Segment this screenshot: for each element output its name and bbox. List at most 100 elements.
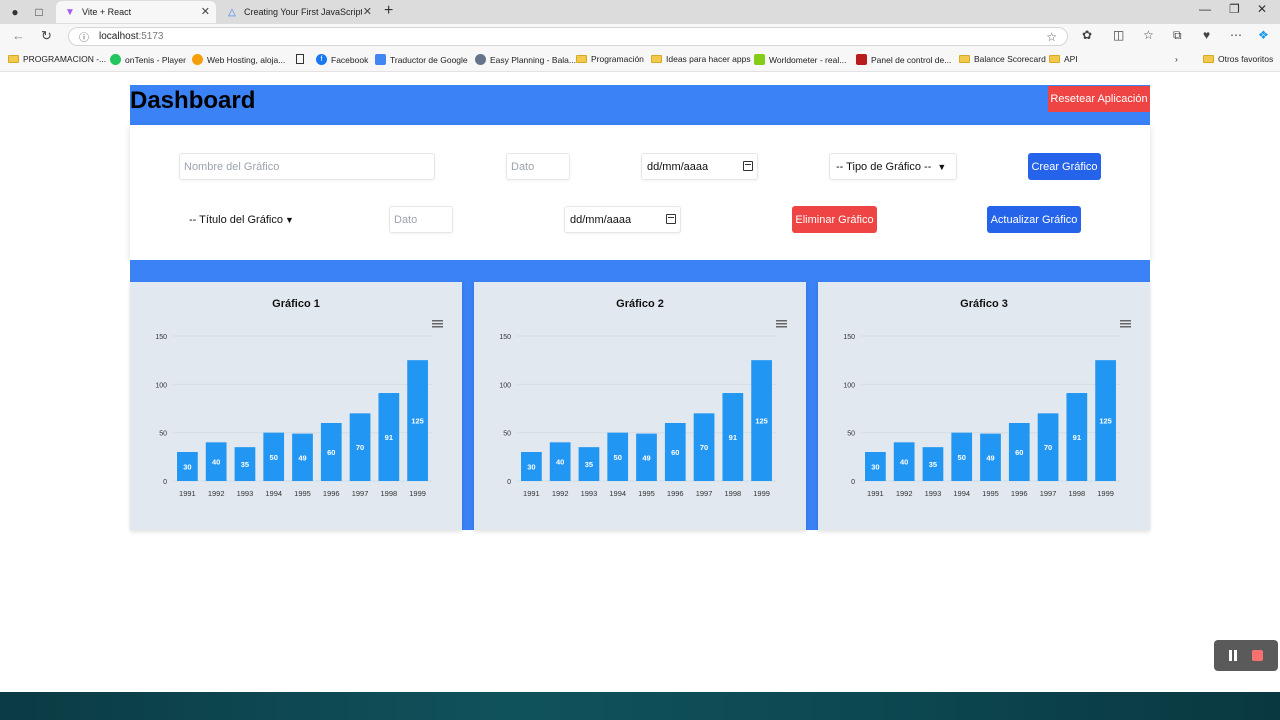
panel-icon	[856, 54, 867, 65]
hamburger-line	[432, 320, 443, 322]
more-menu-icon[interactable]: ⋯	[1230, 28, 1242, 42]
tab-creating-chart[interactable]: △ Creating Your First JavaScript Cha ✕	[218, 1, 378, 23]
close-tab-icon[interactable]: ✕	[201, 5, 210, 18]
x-tick-label: 1994	[609, 489, 626, 498]
reset-app-button[interactable]: Resetear Aplicación	[1048, 86, 1150, 112]
chart-title-select[interactable]: -- Título del Gráfico ▼	[183, 206, 303, 233]
chart-site-icon: △	[228, 6, 236, 18]
chart-title: Gráfico 3	[960, 298, 1008, 310]
bookmark-traductor[interactable]: Traductor de Google	[375, 54, 468, 65]
tab-vite-react[interactable]: ▼ Vite + React ✕	[56, 1, 216, 23]
copilot-icon[interactable]: ❖	[1258, 28, 1269, 42]
bar-data-label: 60	[671, 448, 679, 457]
bar-data-label: 91	[729, 433, 737, 442]
x-tick-label: 1991	[523, 489, 540, 498]
x-tick-label: 1993	[925, 489, 942, 498]
maximize-icon[interactable]: ❐	[1229, 2, 1240, 16]
x-tick-label: 1998	[1068, 489, 1085, 498]
bar-data-label: 50	[614, 453, 622, 462]
bookmark-programacion-folder[interactable]: PROGRAMACION -...	[8, 54, 106, 64]
info-icon: ⓘ	[79, 33, 89, 44]
bookmark-ideas-apps[interactable]: Ideas para hacer apps	[651, 54, 751, 64]
stop-icon[interactable]	[1252, 650, 1263, 661]
update-dato-input[interactable]: Dato	[389, 206, 453, 233]
folder-icon	[651, 55, 662, 63]
bar-data-label: 60	[1015, 448, 1023, 457]
bar-data-label: 40	[556, 458, 564, 467]
pause-icon[interactable]	[1228, 650, 1238, 661]
x-tick-label: 1992	[552, 489, 569, 498]
bar-data-label: 30	[527, 463, 535, 472]
bookmark-otros-favoritos[interactable]: Otros favoritos	[1203, 54, 1273, 64]
update-date-input[interactable]: dd/mm/aaaa	[564, 206, 681, 233]
bookmark-api[interactable]: API	[1049, 54, 1078, 64]
hamburger-icon[interactable]	[776, 320, 787, 328]
chart-name-input[interactable]: Nombre del Gráfico	[179, 153, 435, 180]
bar-data-label: 91	[1073, 433, 1081, 442]
translate-icon	[375, 54, 386, 65]
favorite-star-icon[interactable]: ☆	[1046, 30, 1057, 44]
bar-data-label: 70	[356, 443, 364, 452]
extensions-icon[interactable]: ✿	[1082, 28, 1092, 42]
x-tick-label: 1994	[953, 489, 970, 498]
chart-title: Gráfico 2	[616, 298, 664, 310]
x-tick-label: 1997	[352, 489, 369, 498]
calendar-icon[interactable]	[743, 161, 753, 171]
chart-type-select[interactable]: -- Tipo de Gráfico -- ▼	[829, 153, 957, 180]
update-chart-button[interactable]: Actualizar Gráfico	[987, 206, 1081, 233]
bookmark-facebook[interactable]: f Facebook	[316, 54, 368, 65]
new-tab-icon[interactable]: +	[384, 2, 393, 20]
bar-data-label: 30	[183, 463, 191, 472]
folder-icon	[8, 55, 19, 63]
hamburger-line	[776, 326, 787, 328]
x-tick-label: 1997	[1040, 489, 1057, 498]
browser-essentials-icon[interactable]: ♥	[1203, 28, 1210, 42]
folder-icon	[1203, 55, 1214, 63]
hamburger-icon[interactable]	[432, 320, 443, 328]
bar-data-label: 35	[241, 460, 249, 469]
bookmark-web-hosting[interactable]: Web Hosting, aloja...	[192, 54, 285, 65]
profile-icon[interactable]: ●	[6, 3, 24, 21]
screen-recorder-widget	[1214, 640, 1278, 671]
y-tick-label: 50	[159, 431, 167, 438]
dato-input[interactable]: Dato	[506, 153, 570, 180]
favorites-icon[interactable]: ☆	[1143, 28, 1154, 42]
hamburger-line	[776, 320, 787, 322]
bookmark-page[interactable]	[296, 54, 308, 64]
vite-icon: ▼	[65, 6, 75, 18]
bookmark-ontenis[interactable]: onTenis - Player	[110, 54, 186, 65]
bar-data-label: 40	[900, 458, 908, 467]
back-icon[interactable]: ←	[12, 28, 25, 43]
collections-icon[interactable]: ⧉	[1173, 28, 1182, 43]
x-tick-label: 1998	[724, 489, 741, 498]
bookmarks-overflow-chevron-icon[interactable]: ›	[1175, 54, 1178, 64]
tab-actions-icon[interactable]: □	[30, 3, 48, 21]
hamburger-icon[interactable]	[1120, 320, 1131, 328]
x-tick-label: 1992	[896, 489, 913, 498]
bar-data-label: 35	[929, 460, 937, 469]
reload-icon[interactable]: ↻	[41, 28, 52, 44]
bookmark-balance-scorecard[interactable]: Balance Scorecard	[959, 54, 1046, 64]
create-chart-button[interactable]: Crear Gráfico	[1028, 153, 1101, 180]
bookmark-easy-planning[interactable]: Easy Planning - Bala...	[475, 54, 576, 65]
hamburger-line	[1120, 326, 1131, 328]
split-screen-icon[interactable]: ◫	[1113, 28, 1124, 42]
x-tick-label: 1999	[753, 489, 770, 498]
minimize-icon[interactable]: —	[1199, 2, 1211, 16]
close-window-icon[interactable]: ✕	[1257, 2, 1267, 16]
close-tab-icon[interactable]: ✕	[363, 5, 372, 18]
bar-data-label: 50	[270, 453, 278, 462]
calendar-icon[interactable]	[666, 214, 676, 224]
bookmark-programacion[interactable]: Programación	[576, 54, 644, 64]
date-input[interactable]: dd/mm/aaaa	[641, 153, 758, 180]
x-tick-label: 1996	[1011, 489, 1028, 498]
browser-tabbar: ● □ ▼ Vite + React ✕ △ Creating Your Fir…	[0, 0, 1280, 24]
bookmark-panel-control[interactable]: Panel de control de...	[856, 54, 951, 65]
bar-data-label: 70	[1044, 443, 1052, 452]
bar-data-label: 50	[958, 453, 966, 462]
hamburger-line	[432, 323, 443, 325]
url-input[interactable]: ⓘ localhost:5173 ☆	[68, 27, 1068, 46]
delete-chart-button[interactable]: Eliminar Gráfico	[792, 206, 877, 233]
bookmark-worldometer[interactable]: Worldometer - real...	[754, 54, 846, 65]
hosting-icon	[192, 54, 203, 65]
